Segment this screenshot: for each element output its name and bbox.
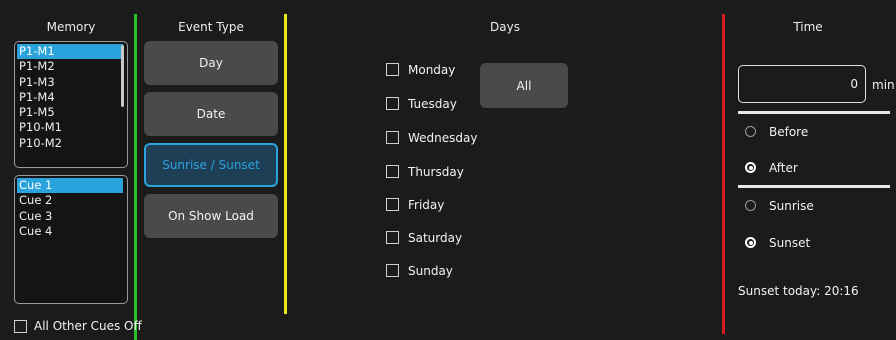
sunset-label: Sunset — [769, 236, 811, 250]
day-checkbox-monday[interactable] — [386, 63, 399, 76]
day-label-friday: Friday — [408, 198, 445, 212]
memory-list[interactable]: P1-M1 P1-M2 P1-M3 P1-M4 P1-M5 P10-M1 P10… — [14, 41, 128, 168]
yellow-divider — [284, 14, 287, 314]
sunset-radio[interactable] — [745, 237, 756, 248]
time-header: Time — [793, 20, 823, 34]
day-checkbox-saturday[interactable] — [386, 231, 399, 244]
memory-list-item[interactable]: P1-M5 — [17, 105, 123, 120]
memory-header: Memory — [46, 20, 96, 34]
time-divider-top — [738, 111, 890, 114]
cue-list-item[interactable]: Cue 2 — [17, 193, 123, 208]
memory-list-item[interactable]: P10-M1 — [17, 120, 123, 135]
after-label: After — [769, 161, 798, 175]
memory-list-item[interactable]: P1-M3 — [17, 75, 123, 90]
before-radio[interactable] — [745, 126, 756, 137]
day-label-sunday: Sunday — [408, 264, 453, 278]
minutes-unit-label: min — [872, 78, 895, 92]
all-other-cues-off-label: All Other Cues Off — [34, 319, 142, 333]
cue-list-item[interactable]: Cue 4 — [17, 224, 123, 239]
event-type-on-show-load-button[interactable]: On Show Load — [144, 194, 278, 238]
event-type-on-show-load-label: On Show Load — [168, 209, 254, 223]
day-checkbox-wednesday[interactable] — [386, 131, 399, 144]
red-divider — [722, 14, 725, 334]
time-divider-bottom — [738, 185, 890, 188]
all-other-cues-off-checkbox[interactable] — [14, 320, 27, 333]
memory-list-scrollbar[interactable] — [121, 45, 124, 107]
day-label-tuesday: Tuesday — [408, 97, 457, 111]
day-label-wednesday: Wednesday — [408, 131, 478, 145]
event-type-header: Event Type — [178, 20, 244, 34]
day-label-monday: Monday — [408, 63, 456, 77]
green-divider — [134, 14, 137, 340]
memory-list-item[interactable]: P1-M4 — [17, 90, 123, 105]
day-checkbox-sunday[interactable] — [386, 264, 399, 277]
sunrise-label: Sunrise — [769, 199, 814, 213]
offset-minutes-input[interactable]: 0 — [738, 65, 866, 103]
event-type-day-label: Day — [199, 56, 223, 70]
event-type-sunrise-sunset-label: Sunrise / Sunset — [162, 158, 260, 172]
cue-list-item[interactable]: Cue 3 — [17, 209, 123, 224]
event-type-sunrise-sunset-button[interactable]: Sunrise / Sunset — [144, 143, 278, 187]
all-days-button[interactable]: All — [480, 63, 568, 108]
cue-list-item[interactable]: Cue 1 — [17, 178, 123, 194]
event-type-day-button[interactable]: Day — [144, 41, 278, 85]
memory-list-item[interactable]: P10-M2 — [17, 136, 123, 151]
day-label-thursday: Thursday — [408, 165, 464, 179]
day-checkbox-friday[interactable] — [386, 198, 399, 211]
event-type-date-button[interactable]: Date — [144, 92, 278, 136]
day-checkbox-tuesday[interactable] — [386, 97, 399, 110]
day-checkbox-thursday[interactable] — [386, 165, 399, 178]
days-header: Days — [490, 20, 520, 34]
before-label: Before — [769, 125, 809, 139]
sunset-today-text: Sunset today: 20:16 — [738, 284, 859, 298]
cue-list[interactable]: Cue 1 Cue 2 Cue 3 Cue 4 — [14, 175, 128, 304]
after-radio[interactable] — [745, 162, 756, 173]
event-type-date-label: Date — [196, 107, 226, 121]
memory-list-item[interactable]: P1-M1 — [17, 44, 123, 60]
all-days-label: All — [516, 78, 532, 93]
memory-list-item[interactable]: P1-M2 — [17, 59, 123, 74]
sunrise-radio[interactable] — [745, 200, 756, 211]
day-label-saturday: Saturday — [408, 231, 463, 245]
